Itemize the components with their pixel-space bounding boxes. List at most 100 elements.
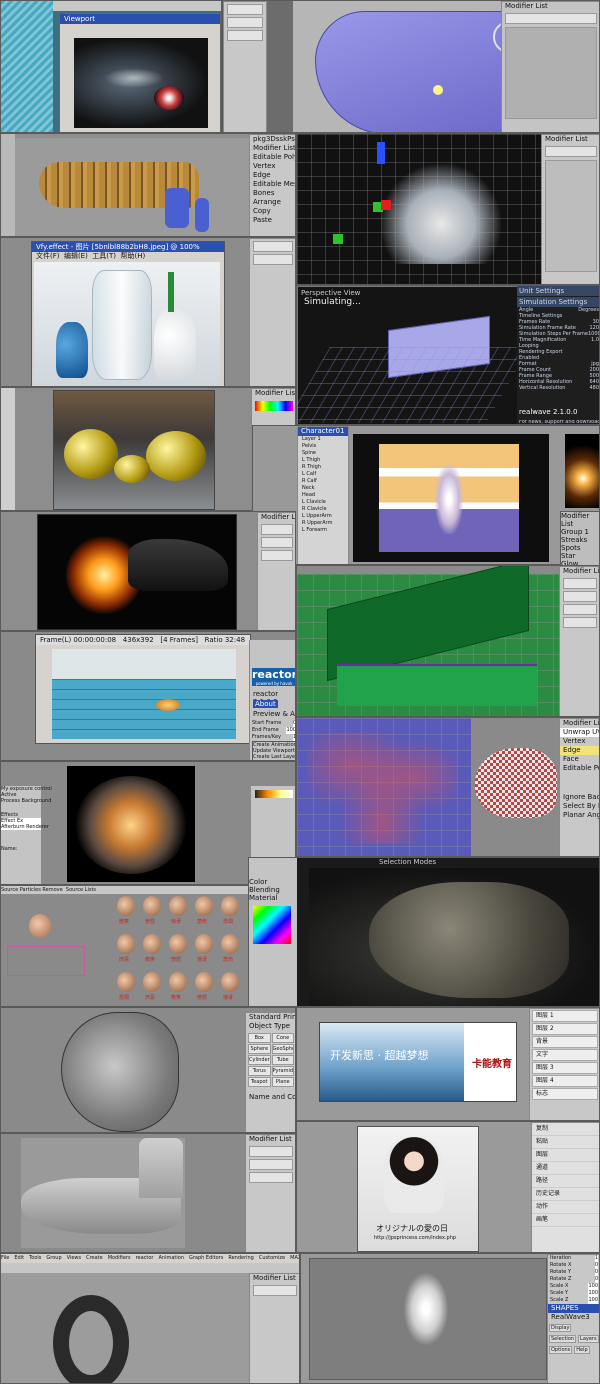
panel-row[interactable]	[253, 254, 293, 265]
menu-item[interactable]: Graph Editors	[189, 1255, 223, 1261]
menu-item[interactable]: 画笔	[532, 1214, 599, 1227]
select-by-element-checkbox[interactable]: Select By Element	[560, 802, 599, 811]
tree-item[interactable]: L Clavicle	[298, 499, 348, 506]
param-row[interactable]: Rotate Z 0	[548, 1276, 599, 1283]
panel-row[interactable]	[563, 591, 597, 602]
mouse-viewport[interactable]	[293, 1, 547, 132]
head-thumbnail[interactable]	[169, 972, 187, 992]
primitive-button[interactable]: Tube	[271, 1055, 294, 1065]
rhino-viewport[interactable]	[309, 868, 599, 1006]
layer-item[interactable]: 图层 1	[532, 1010, 598, 1022]
primitive-button[interactable]: GeoSphere	[271, 1044, 294, 1054]
menu-item[interactable]: 路径	[532, 1175, 599, 1188]
param-row[interactable]: Rotate X 0	[548, 1262, 599, 1269]
modifier-list-dropdown[interactable]	[505, 13, 597, 24]
menu-item[interactable]: Create	[86, 1255, 103, 1261]
tree-item[interactable]: R UpperArm	[298, 520, 348, 527]
menu-item[interactable]: 粘贴	[532, 1136, 599, 1149]
head-thumbnail[interactable]	[195, 972, 213, 992]
param-row[interactable]: Scale Y 100	[548, 1290, 599, 1297]
dancer-viewport[interactable]	[353, 434, 549, 562]
tree-item[interactable]: L UpperArm	[298, 513, 348, 520]
menu-item[interactable]: 动作	[532, 1201, 599, 1214]
layer-item[interactable]: 标志	[532, 1088, 598, 1100]
modifier-item[interactable]: Editable Poly	[250, 153, 295, 162]
primitive-button[interactable]: Plane	[271, 1077, 294, 1087]
ignore-backfacing-checkbox[interactable]: Ignore Backfacing	[560, 793, 599, 802]
modifier-item[interactable]: Vertex	[250, 162, 295, 171]
menu-item[interactable]: 通道	[532, 1162, 599, 1175]
head-thumbnail[interactable]	[221, 896, 239, 916]
paste-button[interactable]: Paste	[250, 216, 295, 225]
param-row[interactable]: Scale Z 100	[548, 1297, 599, 1304]
panel-row[interactable]	[261, 537, 293, 548]
gradient-ramp[interactable]	[255, 790, 293, 798]
tree-item[interactable]: R Thigh	[298, 464, 348, 471]
foot-viewport[interactable]	[21, 1138, 185, 1248]
layer-item[interactable]: 图层 4	[532, 1075, 598, 1087]
primitive-button[interactable]: Cone	[271, 1033, 294, 1043]
head-thumbnail[interactable]	[143, 972, 161, 992]
head-thumbnail[interactable]	[143, 896, 161, 916]
flare-item[interactable]: Star	[561, 552, 599, 560]
modifier-item[interactable]: Vertex	[560, 737, 599, 746]
param-value[interactable]: 100	[588, 1297, 598, 1304]
modifier-list-dropdown[interactable]	[545, 146, 597, 157]
panel-row[interactable]	[227, 4, 263, 15]
panel-row[interactable]	[227, 30, 263, 41]
simulation-viewport[interactable]: Perspective View Simulating...	[297, 286, 530, 424]
field-value[interactable]: 100	[286, 727, 295, 734]
panel-row[interactable]	[253, 241, 293, 252]
process-bg-checkbox[interactable]: Process Background	[1, 798, 51, 804]
primitive-button[interactable]: Teapot	[248, 1077, 271, 1087]
reactor-field[interactable]: Frames/Key 1	[252, 734, 295, 741]
head-thumbnail[interactable]	[221, 934, 239, 954]
menu-item[interactable]: reactor	[136, 1255, 154, 1261]
primitive-button[interactable]: Box	[248, 1033, 271, 1043]
tree-item[interactable]: R Clavicle	[298, 506, 348, 513]
layer-item[interactable]: 图层 2	[532, 1023, 598, 1035]
param-value[interactable]: 0	[594, 1276, 598, 1283]
param-value[interactable]: 100	[588, 1290, 598, 1297]
room-viewport[interactable]	[297, 566, 559, 716]
menu-item[interactable]: Edit	[14, 1255, 24, 1261]
menu-help[interactable]: 帮助(H)	[121, 252, 146, 260]
menu-item[interactable]: Rendering	[228, 1255, 254, 1261]
checker-rhino-viewport[interactable]	[471, 718, 559, 856]
tree-item[interactable]: L Thigh	[298, 457, 348, 464]
smoke-viewport[interactable]	[309, 1258, 547, 1380]
menu-item[interactable]: MAXScript	[290, 1255, 299, 1261]
panel-tab[interactable]: Help	[574, 1346, 590, 1354]
panel-row[interactable]	[253, 1285, 297, 1296]
arrange-button[interactable]: Arrange	[250, 198, 295, 207]
tree-item[interactable]: Spine	[298, 450, 348, 457]
param-row[interactable]: Iteration 1	[548, 1255, 599, 1262]
panel-row[interactable]	[249, 1159, 293, 1170]
modifier-stack[interactable]	[545, 160, 597, 272]
menu-item[interactable]: Group	[46, 1255, 61, 1261]
flare-item[interactable]: Streaks	[561, 536, 599, 544]
menu-item[interactable]: 复制	[532, 1123, 599, 1136]
layer-item[interactable]: 图层 3	[532, 1062, 598, 1074]
menu-item[interactable]: Animation	[158, 1255, 184, 1261]
panel-row[interactable]	[563, 578, 597, 589]
layer-item[interactable]: 文字	[532, 1049, 598, 1061]
modifier-item[interactable]: Edge	[560, 746, 599, 755]
flare-item[interactable]: Group 1	[561, 528, 599, 536]
about-label[interactable]: About	[253, 700, 278, 708]
panel-row[interactable]	[563, 617, 597, 628]
primitive-button[interactable]: Cylinder	[248, 1055, 271, 1065]
uv-editor[interactable]	[297, 718, 471, 856]
color-strip[interactable]	[255, 401, 293, 411]
param-value[interactable]: 100	[588, 1283, 598, 1290]
morph-curve-box[interactable]	[7, 946, 85, 976]
panel-row[interactable]	[227, 17, 263, 28]
panel-row[interactable]	[261, 550, 293, 561]
panel-tab[interactable]: Options	[549, 1346, 573, 1354]
color-picker[interactable]	[253, 906, 291, 944]
panel-row[interactable]	[261, 524, 293, 535]
tree-item[interactable]: L Calf	[298, 471, 348, 478]
head-thumbnail[interactable]	[143, 934, 161, 954]
tree-item[interactable]: L Forearm	[298, 527, 348, 534]
modifier-item[interactable]: Editable Poly	[560, 764, 599, 773]
